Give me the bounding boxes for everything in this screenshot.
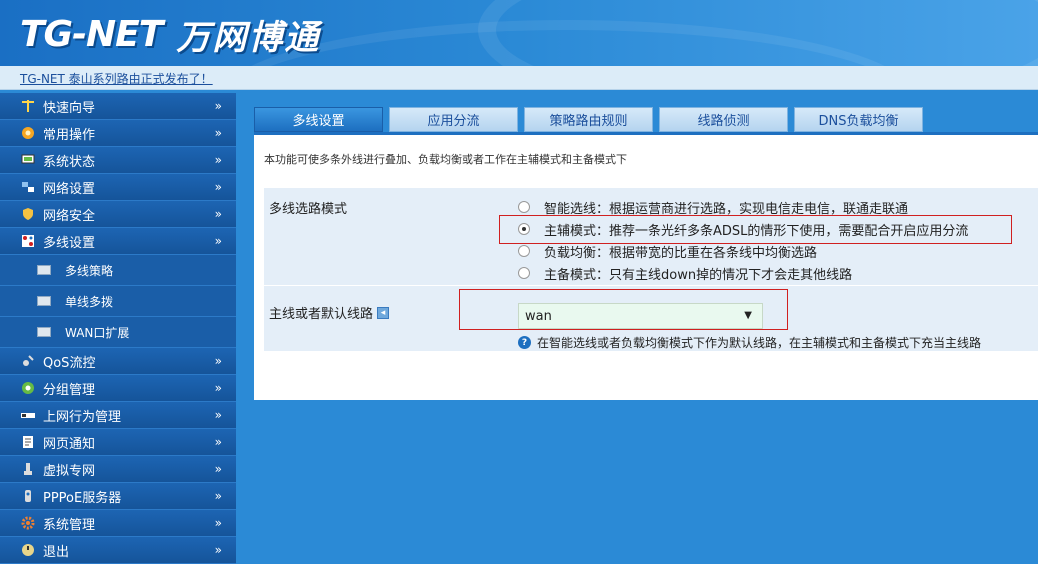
sidebar-item-label: 系统管理 [43, 517, 96, 533]
radio-label: 智能选线：根据运营商进行选路，实现电信走电信，联通走联通 [544, 201, 909, 217]
logo-brand: TG-NET [20, 13, 163, 55]
notice-link[interactable]: TG-NET 泰山系列路由正式发布了！ [20, 70, 213, 87]
pppoe-icon [20, 489, 36, 503]
gear-icon [20, 516, 36, 530]
page-icon [37, 296, 51, 306]
page-icon [37, 265, 51, 275]
sidebar-item-network-settings[interactable]: 网络设置 » [0, 174, 236, 201]
sidebar-item-network-security[interactable]: 网络安全 » [0, 201, 236, 228]
shield-icon [20, 207, 36, 221]
chevron-right-icon: » [214, 381, 222, 395]
qos-icon [20, 354, 36, 368]
chevron-right-icon: » [214, 153, 222, 167]
sidebar-subitem-label: 单线多拨 [65, 294, 114, 309]
sidebar-item-system-status[interactable]: 系统状态 » [0, 147, 236, 174]
radio-button[interactable] [518, 245, 530, 257]
chevron-right-icon: » [214, 354, 222, 368]
sidebar-subitem-label: WAN口扩展 [65, 325, 130, 340]
chevron-right-icon: » [214, 408, 222, 422]
sidebar-item-pppoe-server[interactable]: PPPoE服务器 » [0, 483, 236, 510]
sidebar-item-qos[interactable]: QoS流控 » [0, 348, 236, 375]
tab-multiline-settings[interactable]: 多线设置 [254, 107, 383, 132]
sidebar-item-label: 网络设置 [43, 181, 96, 197]
chevron-right-icon: » [214, 207, 222, 221]
sidebar-item-system-management[interactable]: 系统管理 » [0, 510, 236, 537]
multiline-icon [20, 234, 36, 248]
chevron-right-icon: » [214, 435, 222, 449]
vpn-icon [20, 462, 36, 476]
radio-label: 负载均衡：根据带宽的比重在各条线中均衡选路 [544, 245, 818, 261]
sidebar-subitem-single-line-multi-dial[interactable]: 单线多拨 [0, 286, 236, 317]
sidebar-item-label: 网页通知 [43, 436, 96, 452]
wand-icon [20, 99, 36, 113]
radio-label: 主备模式：只有主线down掉的情况下才会走其他线路 [544, 267, 853, 283]
network-icon [20, 180, 36, 194]
chevron-right-icon: » [214, 180, 222, 194]
sidebar-item-label: 退出 [43, 544, 70, 560]
chevron-right-icon: » [214, 126, 222, 140]
primary-line-hint: ? 在智能选线或者负载均衡模式下作为默认线路，在主辅模式和主备模式下充当主线路 [518, 334, 981, 351]
mode-label: 多线选路模式 [269, 202, 348, 217]
monitor-icon [20, 153, 36, 167]
radio-smart-select[interactable]: 智能选线：根据运营商进行选路，实现电信走电信，联通走联通 [518, 197, 908, 217]
sidebar-item-vpn[interactable]: 虚拟专网 » [0, 456, 236, 483]
tab-underline [254, 132, 1038, 135]
highlight-box [459, 289, 788, 330]
radio-button[interactable] [518, 267, 530, 279]
chevron-right-icon: » [214, 489, 222, 503]
notice-icon [20, 435, 36, 449]
exit-icon [20, 543, 36, 557]
chevron-down-icon: » [214, 234, 222, 248]
tab-dns-load-balance[interactable]: DNS负载均衡 [794, 107, 923, 132]
main-panel: 多线设置 应用分流 策略路由规则 线路侦测 DNS负载均衡 本功能可使多条外线进… [254, 107, 1038, 400]
primary-line-label-text: 主线或者默认线路 [269, 307, 374, 322]
sidebar-item-behavior-management[interactable]: 上网行为管理 » [0, 402, 236, 429]
sidebar-item-label: 虚拟专网 [43, 463, 96, 479]
notice-bar: TG-NET 泰山系列路由正式发布了！ [0, 66, 1038, 90]
sidebar-item-label: 系统状态 [43, 154, 96, 170]
sidebar-subitem-multiline-policy[interactable]: 多线策略 [0, 255, 236, 286]
chevron-right-icon: » [214, 99, 222, 113]
page-icon [37, 327, 51, 337]
sidebar-item-label: 上网行为管理 [43, 409, 122, 425]
chevron-right-icon: » [214, 543, 222, 557]
sidebar-subitem-label: 多线策略 [65, 263, 114, 278]
radio-primary-backup[interactable]: 主备模式：只有主线down掉的情况下才会走其他线路 [518, 263, 852, 283]
radio-load-balance[interactable]: 负载均衡：根据带宽的比重在各条线中均衡选路 [518, 241, 817, 261]
sidebar-item-quick-wizard[interactable]: 快速向导 » [0, 93, 236, 120]
behavior-icon [20, 408, 36, 422]
logo-brand-cn: 万网博通 [176, 17, 321, 58]
tab-policy-routing[interactable]: 策略路由规则 [524, 107, 653, 132]
sidebar-item-label: PPPoE服务器 [43, 490, 122, 506]
sidebar-item-label: 多线设置 [43, 235, 96, 251]
group-icon [20, 381, 36, 395]
primary-line-label: 主线或者默认线路 ◂ [269, 303, 390, 322]
highlight-box [499, 215, 1012, 244]
sidebar-item-exit[interactable]: 退出 » [0, 537, 236, 564]
sidebar-item-web-notice[interactable]: 网页通知 » [0, 429, 236, 456]
sidebar: 快速向导 » 常用操作 » 系统状态 » 网络设置 » 网络安全 » 多线设置 … [0, 93, 236, 564]
chevron-right-icon: » [214, 462, 222, 476]
tab-line-detection[interactable]: 线路侦测 [659, 107, 788, 132]
header-banner: TG-NET 万网博通 [0, 0, 1038, 66]
radio-button[interactable] [518, 201, 530, 213]
hint-text: 在智能选线或者负载均衡模式下作为默认线路，在主辅模式和主备模式下充当主线路 [537, 336, 982, 350]
page-description: 本功能可使多条外线进行叠加、负载均衡或者工作在主辅模式和主备模式下 [264, 153, 627, 166]
tab-app-split[interactable]: 应用分流 [389, 107, 518, 132]
chevron-right-icon: » [214, 516, 222, 530]
sidebar-subitem-wan-expansion[interactable]: WAN口扩展 [0, 317, 236, 348]
help-icon: ? [518, 336, 531, 349]
star-icon [20, 126, 36, 140]
logo: TG-NET 万网博通 [20, 10, 320, 58]
sidebar-item-label: 常用操作 [43, 127, 96, 143]
back-icon[interactable]: ◂ [377, 306, 390, 319]
sidebar-item-label: 分组管理 [43, 382, 96, 398]
sidebar-item-group-management[interactable]: 分组管理 » [0, 375, 236, 402]
sidebar-item-multiline-settings[interactable]: 多线设置 » [0, 228, 236, 255]
sidebar-item-common-ops[interactable]: 常用操作 » [0, 120, 236, 147]
sidebar-item-label: 快速向导 [43, 100, 96, 116]
tab-bar: 多线设置 应用分流 策略路由规则 线路侦测 DNS负载均衡 [254, 107, 1038, 133]
sidebar-item-label: 网络安全 [43, 208, 96, 224]
sidebar-item-label: QoS流控 [43, 355, 96, 371]
